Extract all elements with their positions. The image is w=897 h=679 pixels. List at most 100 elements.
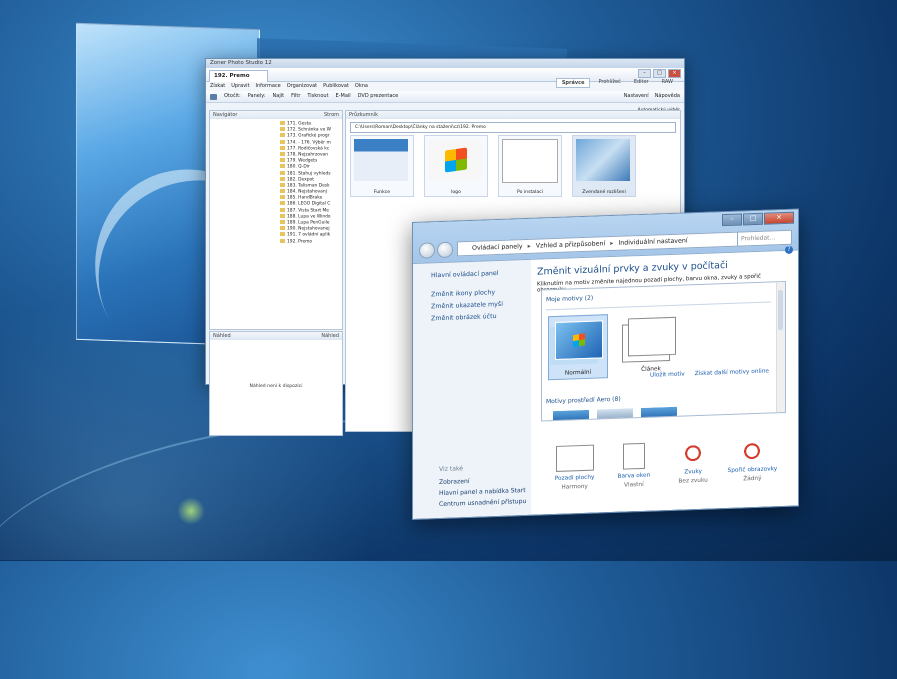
breadcrumb-item[interactable]: Individuální nastavení [618,237,687,246]
link-display[interactable]: Zobrazení [439,476,539,486]
link-account-picture[interactable]: Změnit obrázek účtu [431,312,531,322]
maximize-button[interactable]: □ [743,212,763,226]
tree-item[interactable]: 174. - 176. Výběr m [280,139,338,146]
theme-list: Moje motivy (2) Normální Článek Uložit m… [541,280,786,422]
tree-item[interactable]: 173. Grafické progr [280,133,338,139]
thumbnail-po-instalaci[interactable]: Po instalaci [498,135,562,197]
folder-icon [280,226,285,231]
windows-logo-icon [428,139,482,181]
breadcrumb-item[interactable]: Ovládací panely [472,243,523,252]
tree-item-label: 181. Stahuj vyhleds [287,171,331,176]
minimize-button[interactable]: – [722,213,742,227]
get-more-themes-link[interactable]: Získat další motivy online [695,369,769,378]
folder-icon [280,182,285,187]
maximize-button[interactable]: □ [653,69,666,78]
tab-raw[interactable]: RAW [657,78,678,88]
thumbnail-funkce[interactable]: Funkce [350,135,414,197]
option-link[interactable]: Pozadí plochy [545,474,604,482]
theme-normalni[interactable]: Normální [548,314,608,381]
menu-organizovat[interactable]: Organizovat [287,82,317,91]
tree-item-label: 178. Nejzahrzovan [287,152,329,158]
navigator-title: Navigátor [213,112,238,118]
save-theme-link[interactable]: Uložit motiv [650,371,685,378]
tree-item[interactable]: 192. Premo [280,238,338,245]
window-color-option[interactable]: Barva oken Vlastní [604,442,663,489]
link-ease-of-access[interactable]: Centrum usnadnění přístupu [439,498,539,508]
tree-dropdown[interactable]: Strom [324,111,339,119]
minimize-button[interactable]: – [638,69,651,78]
breadcrumb-item[interactable]: Vzhled a přizpůsobení [536,240,605,249]
sounds-option[interactable]: Zvuky Bez zvuku [664,440,723,487]
tree-item-label: 188. Lupa ve Windo [287,214,331,220]
tree-item-label: 174. - 176. Výběr m [287,140,331,146]
tree-item[interactable]: 186. LEGO Digital C [280,201,338,207]
camera-icon[interactable] [210,93,217,100]
option-link[interactable]: Spořič obrazovky [723,466,782,474]
chevron-right-icon: ▸ [610,239,614,248]
link-mouse-pointers[interactable]: Změnit ukazatele myši [431,300,531,311]
forward-button[interactable] [437,241,453,259]
folder-icon [280,139,285,144]
thumbnail-image [502,139,558,183]
theme-clanek[interactable]: Článek [622,312,680,376]
tree-item-label: 172. Schránka ve W [287,127,332,133]
tab-editor[interactable]: Editor [629,78,654,88]
folder-icon [280,195,285,200]
menu-ziskat[interactable]: Získat [210,82,225,91]
rotate-button[interactable]: Otočit: [224,91,241,102]
tree-item-label: 179. Wedgets [287,158,318,164]
settings-button[interactable]: Nastavení [624,91,649,102]
tree-item-label: 187. Vista Start Me [287,208,330,214]
aero-theme[interactable] [552,408,590,422]
option-link[interactable]: Barva oken [604,472,663,480]
folder-icon [280,220,285,224]
tree-item[interactable]: 191. 7 ovládní aplik [280,232,338,238]
link-taskbar[interactable]: Hlavní panel a nabídka Start [439,487,539,497]
option-link[interactable]: Zvuky [664,468,723,476]
link-desktop-icons[interactable]: Změnit ikony plochy [431,288,531,298]
address-bar[interactable]: C:\Users\Roman\Desktop\Články na stažení… [350,122,676,133]
search-input[interactable]: Prohledat... [737,229,792,247]
breadcrumb[interactable]: Ovládací panely ▸ Vzhled a přizpůsobení … [457,231,753,257]
tree-item-label: 171. Gesta [287,121,311,127]
menu-publikovat[interactable]: Publikovat [323,82,349,91]
color-preview [622,442,645,470]
explorer-title: Průzkumník [349,112,379,118]
menu-upravit[interactable]: Upravit [231,82,249,91]
aero-theme[interactable] [596,407,634,422]
control-panel-window[interactable]: – □ × Ovládací panely ▸ Vzhled a přizpůs… [412,208,799,520]
dvd-button[interactable]: DVD prezentace [358,91,399,102]
scrollbar[interactable] [776,281,785,413]
folder-icon [280,151,285,156]
desktop-background-option[interactable]: Pozadí plochy Harmony [545,444,604,491]
scrollbar-thumb[interactable] [778,290,783,331]
group-aero-themes: Motivy prostředí Aero (8) [546,395,621,406]
preview-dropdown[interactable]: Náhled [321,332,339,340]
close-button[interactable]: × [764,211,794,225]
panels-button[interactable]: Panely: [248,91,266,102]
tree-item-label: 189. Lupa PenGuile [287,220,330,226]
help-button[interactable]: Nápověda [655,91,680,102]
find-button[interactable]: Najít [273,91,285,102]
menu-okna[interactable]: Okna [355,82,368,91]
print-button[interactable]: Tisknout [307,91,328,102]
aero-theme[interactable] [640,405,678,422]
email-button[interactable]: E-Mail [336,91,351,102]
back-button[interactable] [419,242,435,259]
thumbnail-rozliseni[interactable]: Zvendané rozlišení [572,135,636,197]
tab-premo[interactable]: 192. Premo [209,70,269,82]
tree-item[interactable]: 181. Stahuj vyhleds [280,170,338,177]
help-icon[interactable]: ? [785,245,793,254]
menu-informace[interactable]: Informace [256,82,281,91]
tab-prohlizec[interactable]: Prohlížeč [593,78,625,88]
folder-icon [280,133,285,138]
filter-button[interactable]: Filtr [291,91,300,102]
preview-message: Náhled není k dispozici [249,384,303,389]
link-control-panel-home[interactable]: Hlavní ovládací panel [431,269,531,279]
close-button[interactable]: × [668,69,681,78]
screensaver-option[interactable]: Spořič obrazovky Žádný [723,438,782,485]
tree-item-label: 190. Nejstahovanej [287,226,330,232]
tab-spravce[interactable]: Správce [555,78,591,88]
theme-preview [628,316,676,357]
thumbnail-logo[interactable]: logo [424,135,488,197]
